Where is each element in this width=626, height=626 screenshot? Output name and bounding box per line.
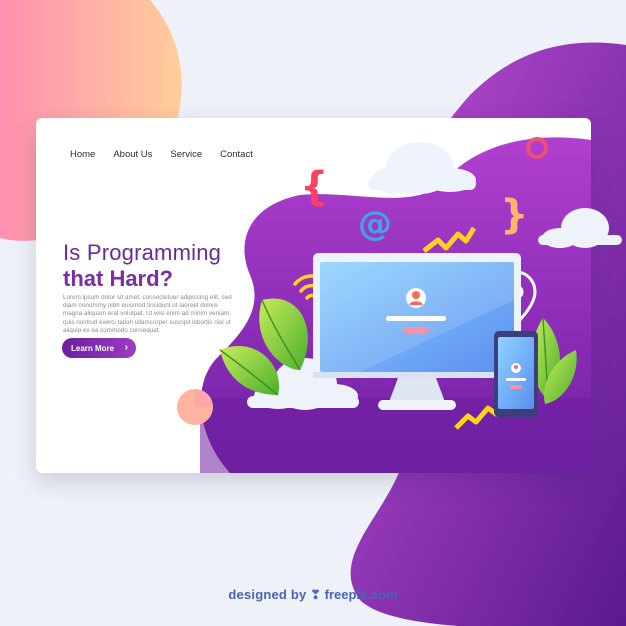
credit-brand[interactable]: freepik.com	[325, 587, 398, 602]
curly-brace-icon: }	[500, 192, 528, 238]
curly-brace-icon: {	[300, 164, 328, 210]
credit-prefix: designed by	[228, 587, 307, 602]
user-avatar-icon	[406, 288, 426, 308]
freepik-logo-icon: ❣	[310, 587, 321, 602]
login-submit-bar	[403, 327, 429, 333]
attribution: designed by ❣ freepik.com	[0, 587, 626, 603]
login-username-bar	[386, 316, 446, 321]
at-sign-icon: @	[358, 204, 392, 244]
phone-icon	[494, 331, 538, 417]
illustration: { } @	[177, 137, 622, 473]
